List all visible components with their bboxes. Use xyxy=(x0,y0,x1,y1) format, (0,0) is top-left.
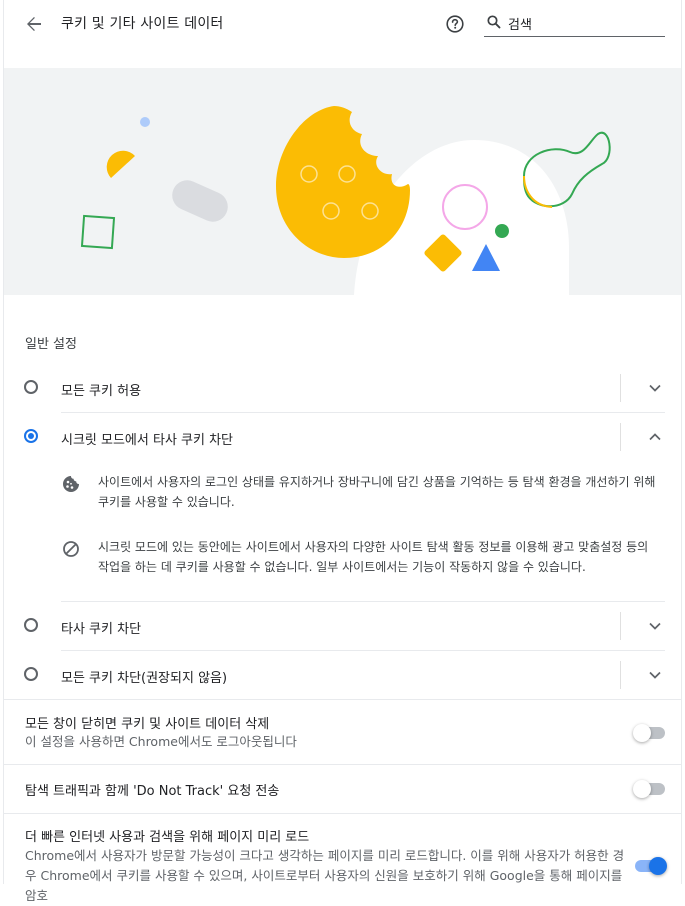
option-label: 타사 쿠키 차단 xyxy=(61,622,142,637)
settings-page: 쿠키 및 기타 사이트 데이터 검색 일반 설정 모든 쿠키 허용 시크릿 모드… xyxy=(3,0,682,903)
clear-on-exit-toggle[interactable] xyxy=(633,724,665,742)
search-box xyxy=(484,10,665,37)
option-block-third-party[interactable]: 타사 쿠키 차단 xyxy=(4,602,681,650)
expand-button[interactable] xyxy=(645,378,665,398)
expand-button[interactable] xyxy=(645,665,665,685)
chevron-down-icon xyxy=(649,671,661,679)
preload-pages-row[interactable]: 더 빠른 인터넷 사용과 검색을 위해 페이지 미리 로드 Chrome에서 사… xyxy=(4,814,681,903)
toggle-title: 더 빠른 인터넷 사용과 검색을 위해 페이지 미리 로드 xyxy=(25,830,310,845)
separator xyxy=(620,612,621,640)
illustration-banner xyxy=(4,68,681,295)
detail-text: 사이트에서 사용자의 로그인 상태를 유지하거나 장바구니에 담긴 상품을 기억… xyxy=(98,475,656,509)
search-icon xyxy=(487,15,501,29)
block-icon xyxy=(61,539,81,559)
separator xyxy=(620,423,621,451)
back-button[interactable] xyxy=(22,12,46,36)
toggle-title: 모든 창이 닫히면 쿠키 및 사이트 데이터 삭제 xyxy=(25,717,270,732)
chevron-down-icon xyxy=(649,622,661,630)
detail-text: 시크릿 모드에 있는 동안에는 사이트에서 사용자의 다양한 사이트 탐색 활동… xyxy=(98,540,649,574)
arrow-left-icon xyxy=(27,17,41,31)
separator xyxy=(620,661,621,689)
radio-button-selected[interactable] xyxy=(24,429,38,443)
detail-item: 사이트에서 사용자의 로그인 상태를 유지하거나 장바구니에 담긴 상품을 기억… xyxy=(61,472,661,512)
clear-on-exit-row[interactable]: 모든 창이 닫히면 쿠키 및 사이트 데이터 삭제 이 설정을 사용하면 Chr… xyxy=(4,700,681,764)
option-label: 시크릿 모드에서 타사 쿠키 차단 xyxy=(61,433,234,448)
separator xyxy=(620,374,621,402)
page-title: 쿠키 및 기타 사이트 데이터 xyxy=(61,16,224,32)
chevron-up-icon xyxy=(649,433,661,441)
cookie-illustration xyxy=(80,106,611,295)
option-allow-all-cookies[interactable]: 모든 쿠키 허용 xyxy=(4,364,681,412)
help-circle-icon xyxy=(446,15,464,33)
help-button[interactable] xyxy=(444,13,466,35)
collapse-button[interactable] xyxy=(645,427,665,447)
detail-item: 시크릿 모드에 있는 동안에는 사이트에서 사용자의 다양한 사이트 탐색 활동… xyxy=(61,537,661,577)
radio-button[interactable] xyxy=(24,380,38,394)
section-title-general: 일반 설정 xyxy=(25,337,77,352)
radio-button[interactable] xyxy=(24,667,38,681)
do-not-track-row[interactable]: 탐색 트래픽과 함께 'Do Not Track' 요청 전송 xyxy=(4,765,681,813)
toggle-subtitle: 이 설정을 사용하면 Chrome에서도 로그아웃됩니다 xyxy=(25,734,297,749)
page-header: 쿠키 및 기타 사이트 데이터 xyxy=(4,0,681,48)
search-input[interactable] xyxy=(506,12,665,34)
cookie-icon xyxy=(61,474,81,494)
toggle-title: 탐색 트래픽과 함께 'Do Not Track' 요청 전송 xyxy=(25,784,280,799)
radio-button[interactable] xyxy=(24,618,38,632)
option-block-third-party-incognito[interactable]: 시크릿 모드에서 타사 쿠키 차단 xyxy=(4,413,681,461)
option-label: 모든 쿠키 차단(권장되지 않음) xyxy=(61,671,228,686)
preload-pages-toggle[interactable] xyxy=(635,857,667,875)
option-block-all-cookies[interactable]: 모든 쿠키 차단(권장되지 않음) xyxy=(4,651,681,699)
do-not-track-toggle[interactable] xyxy=(633,780,665,798)
toggle-subtitle: Chrome에서 사용자가 방문할 가능성이 크다고 생각하는 페이지를 미리 … xyxy=(25,848,625,903)
chevron-down-icon xyxy=(649,384,661,392)
option-label: 모든 쿠키 허용 xyxy=(61,384,142,399)
expand-button[interactable] xyxy=(645,616,665,636)
